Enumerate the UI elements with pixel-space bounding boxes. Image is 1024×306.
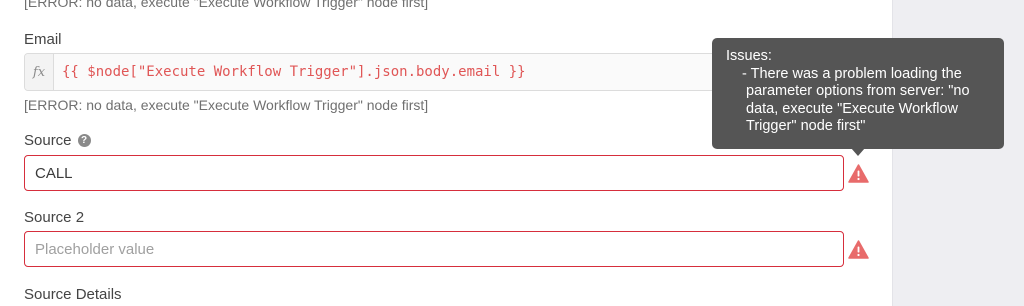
tooltip-arrow	[851, 148, 865, 156]
fx-expression-icon: fx	[25, 54, 54, 90]
source2-label-text: Source 2	[24, 209, 85, 226]
tooltip-line-4: Trigger" node first"	[746, 118, 866, 134]
tooltip-title: Issues:	[726, 48, 772, 64]
source2-input[interactable]: Placeholder value	[24, 231, 844, 267]
source-details-label-text: Source Details	[24, 286, 122, 303]
issues-tooltip: Issues: - There was a problem loading th…	[712, 38, 1004, 149]
source-input[interactable]: CALL	[24, 155, 844, 191]
warning-triangle-icon[interactable]	[848, 164, 869, 183]
email-label: Email	[24, 31, 62, 48]
tooltip-line-1: - There was a problem loading the	[742, 65, 962, 82]
warning-triangle-icon[interactable]	[848, 240, 869, 259]
tooltip-line-2: parameter options from server: "no	[746, 83, 970, 99]
email-error-hint: [ERROR: no data, execute "Execute Workfl…	[24, 97, 429, 113]
question-circle-icon[interactable]: ?	[77, 134, 91, 147]
tooltip-line-3: data, execute "Execute Workflow	[746, 100, 959, 117]
source-label-text: Source	[24, 132, 72, 149]
email-label-text: Email	[24, 31, 62, 48]
source-details-label: Source Details	[24, 286, 122, 303]
source-input-value: CALL	[35, 164, 73, 182]
email-expression-text[interactable]: {{ $node["Execute Workflow Trigger"].jso…	[54, 54, 526, 90]
source2-label: Source 2	[24, 209, 84, 226]
source2-input-placeholder: Placeholder value	[35, 240, 155, 258]
source-label: Source ?	[24, 132, 91, 149]
previous-field-error-hint: [ERROR: no data, execute "Execute Workfl…	[24, 0, 429, 10]
